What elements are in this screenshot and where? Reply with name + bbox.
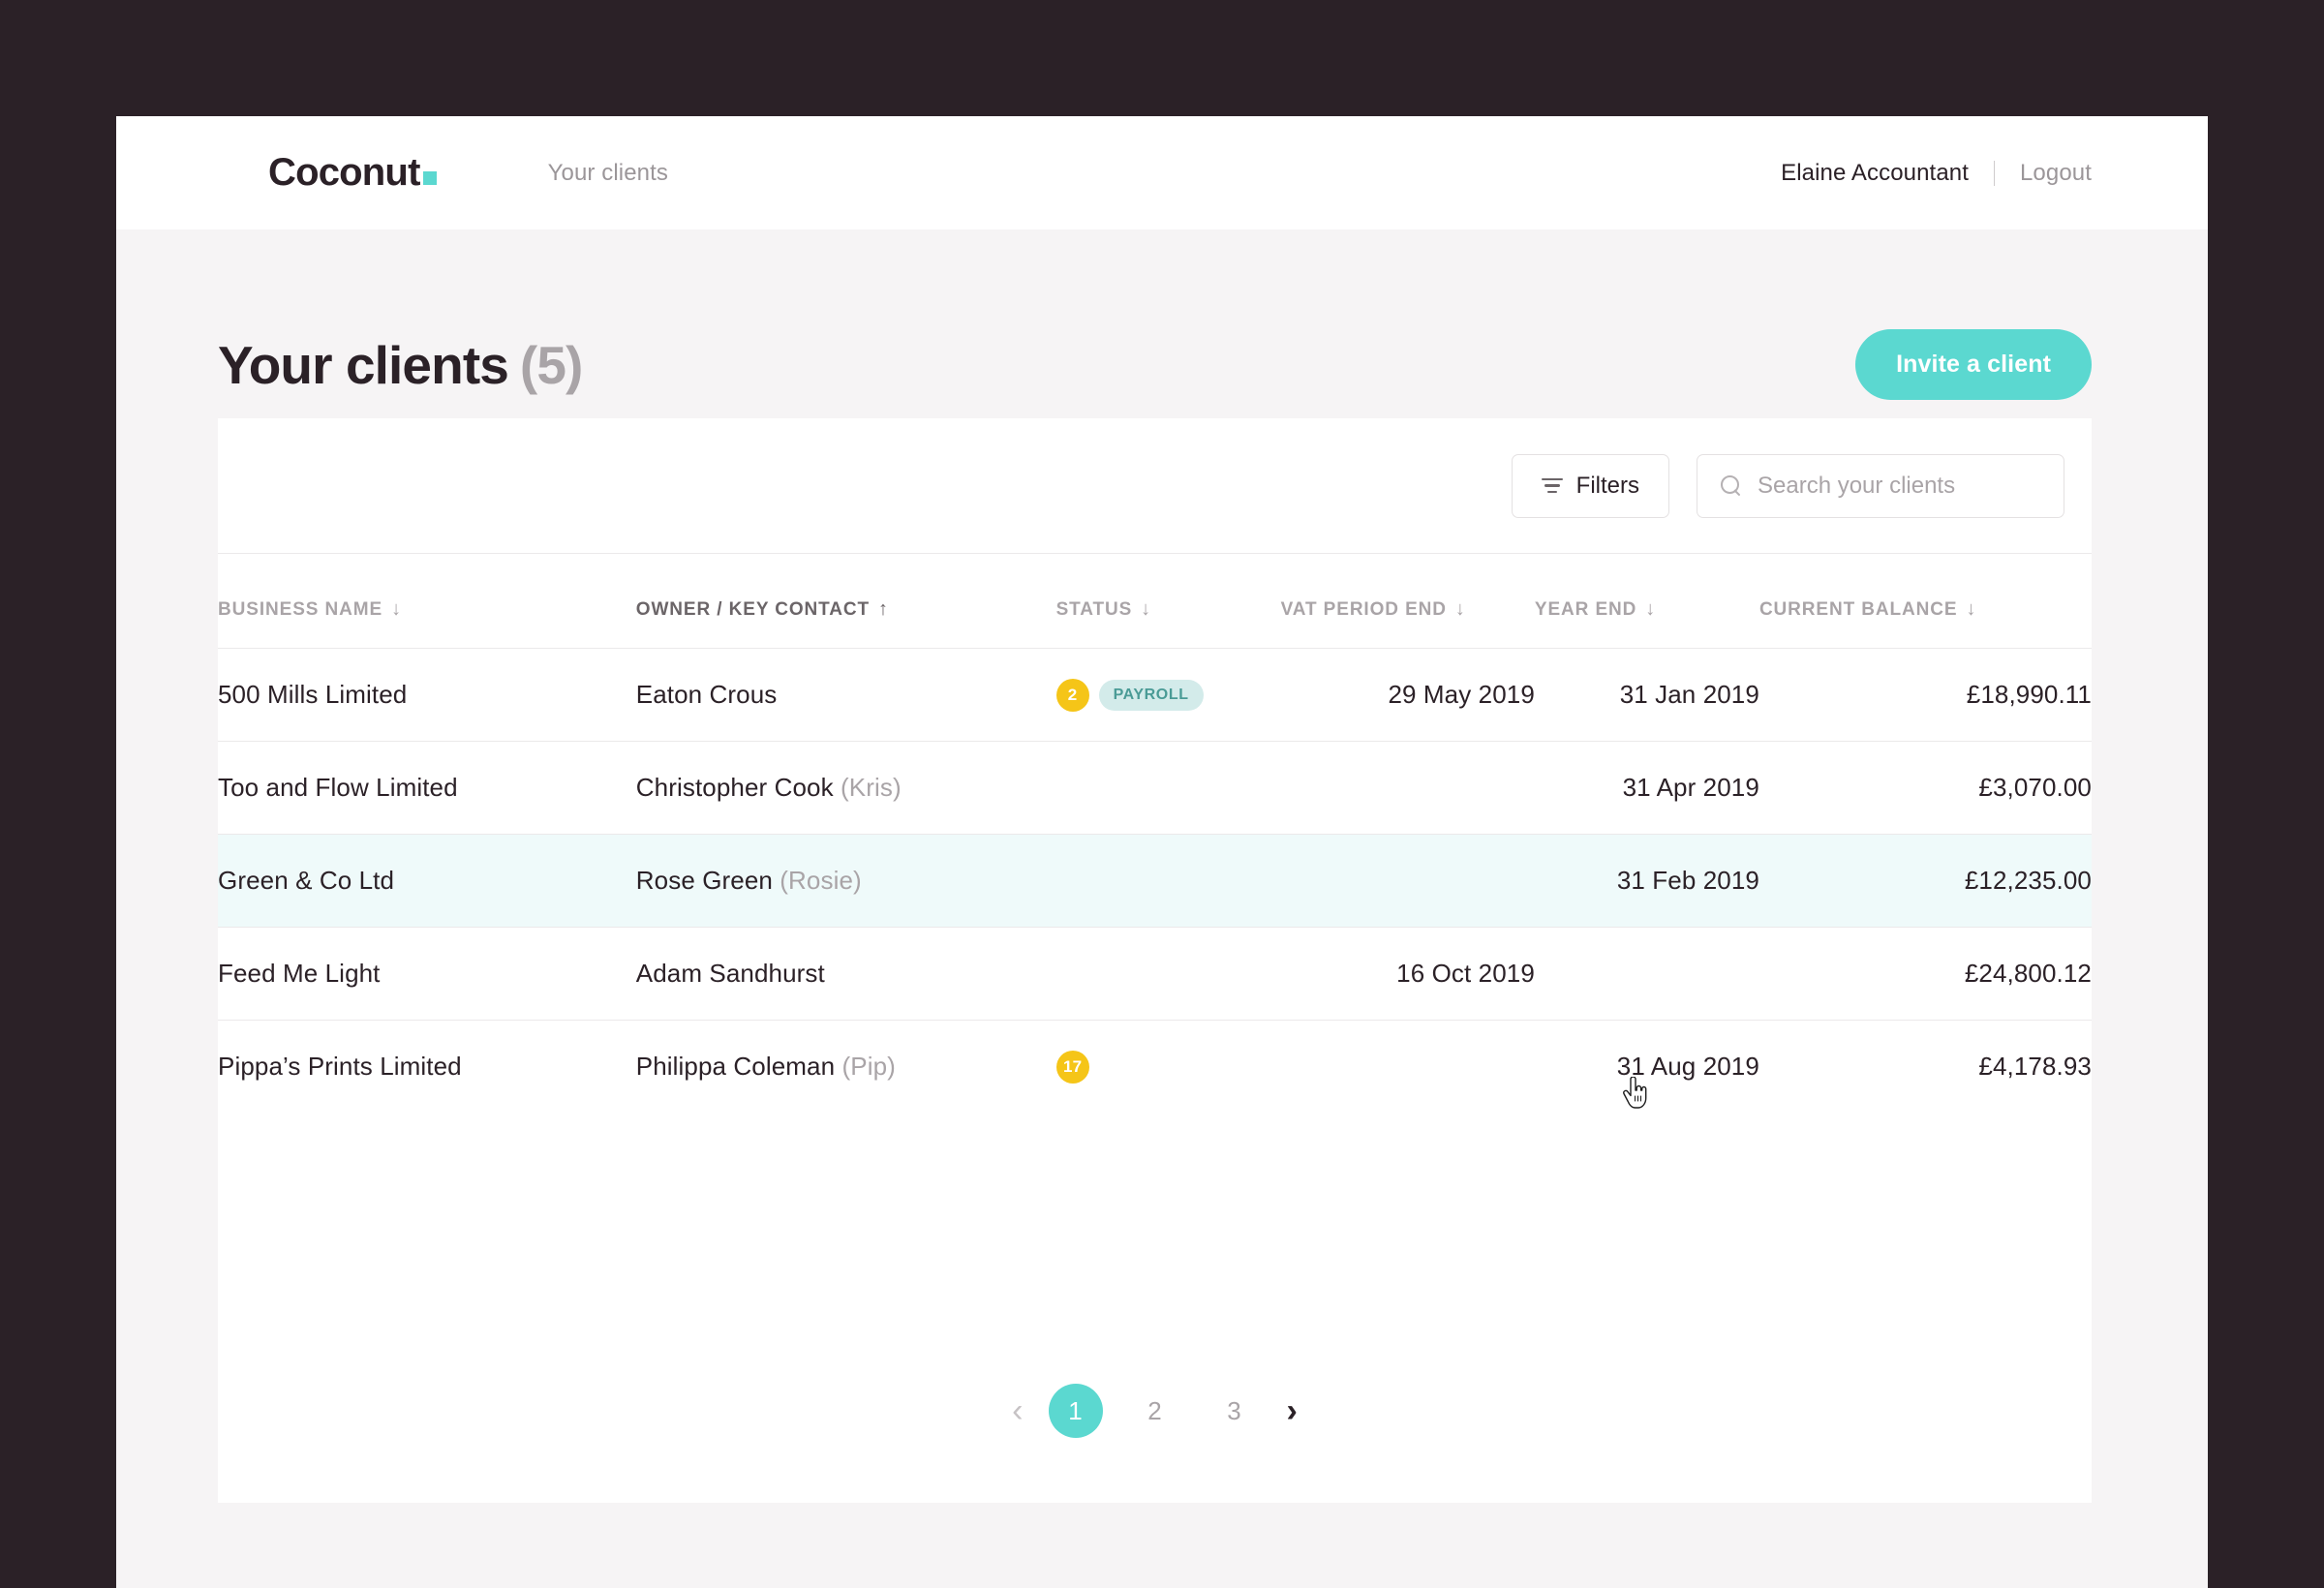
invite-a-client-button[interactable]: Invite a client — [1855, 329, 2092, 400]
column-header-status[interactable]: Status ↓ — [1056, 554, 1281, 649]
status-count-badge: 2 — [1055, 678, 1089, 712]
search-box[interactable] — [1697, 453, 2064, 518]
column-header-year-end[interactable]: Year end ↓ — [1535, 554, 1759, 649]
column-header-business-name[interactable]: Business name ↓ — [218, 554, 636, 649]
pagination-prev-icon[interactable]: ‹ — [1012, 1394, 1023, 1427]
column-header-owner-key-contact[interactable]: Owner / Key contact ↑ — [636, 554, 1056, 649]
cell-current-balance: £12,235.00 — [1758, 834, 2092, 928]
cell-owner: Eaton Crous — [635, 648, 1056, 742]
column-header-current-balance[interactable]: Current balance ↓ — [1759, 554, 2092, 649]
cell-year-end — [1534, 927, 1759, 1021]
cell-year-end: 31 Apr 2019 — [1534, 741, 1759, 835]
cell-business-name: Too and Flow Limited — [218, 741, 636, 835]
coconut-logo[interactable]: Coconut — [268, 151, 437, 195]
clients-card: Filters Business name ↓ — [218, 418, 2092, 1503]
sort-arrow-icon: ↑ — [878, 598, 889, 620]
cell-business-name: Green & Co Ltd — [218, 834, 636, 928]
cell-vat-period-end — [1280, 741, 1535, 835]
brand-dot-icon — [422, 171, 437, 185]
primary-nav: Your clients — [548, 160, 668, 187]
owner-name: Adam Sandhurst — [635, 959, 825, 988]
column-label: Owner / Key contact — [635, 599, 871, 620]
sort-arrow-icon: ↓ — [1454, 598, 1466, 620]
owner-name: Eaton Crous — [635, 680, 778, 709]
sort-arrow-icon: ↓ — [1141, 598, 1152, 620]
cell-owner: Rose Green (Rosie) — [635, 834, 1056, 928]
table-header: Business name ↓ Owner / Key contact ↑ Stat… — [218, 554, 2092, 649]
cell-business-name: 500 Mills Limited — [218, 648, 636, 742]
cell-vat-period-end — [1280, 1020, 1535, 1114]
cell-vat-period-end: 16 Oct 2019 — [1280, 927, 1535, 1021]
column-label: VAT period end — [1280, 599, 1447, 620]
top-bar-right: Elaine Accountant Logout — [1781, 160, 2142, 187]
owner-alias: (Rosie) — [780, 866, 862, 895]
cell-status: 2 PAYROLL — [1055, 648, 1281, 742]
cell-business-name: Feed Me Light — [218, 927, 636, 1021]
cell-owner: Christopher Cook (Kris) — [635, 741, 1056, 835]
filters-label: Filters — [1575, 472, 1639, 499]
table-header-row: Business name ↓ Owner / Key contact ↑ Stat… — [218, 554, 2092, 649]
cell-current-balance: £3,070.00 — [1758, 741, 2092, 835]
top-navigation-bar: Coconut Your clients Elaine Accountant L… — [116, 116, 2208, 229]
cell-current-balance: £4,178.93 — [1758, 1020, 2092, 1114]
cell-year-end: 31 Aug 2019 — [1534, 1020, 1759, 1114]
table-row[interactable]: Too and Flow Limited Christopher Cook (K… — [218, 741, 2092, 835]
owner-name: Rose Green — [635, 866, 773, 895]
status-count-badge: 17 — [1055, 1050, 1089, 1084]
browser-window: Coconut Your clients Elaine Accountant L… — [116, 116, 2208, 1588]
column-label: Year end — [1534, 599, 1637, 620]
clients-table: Business name ↓ Owner / Key contact ↑ Stat… — [218, 554, 2092, 1114]
table-row[interactable]: 500 Mills Limited Eaton Crous 2 PAYROLL … — [218, 648, 2092, 742]
column-header-vat-period-end[interactable]: VAT period end ↓ — [1281, 554, 1535, 649]
cell-business-name: Pippa’s Prints Limited — [218, 1020, 636, 1114]
table-row[interactable]: Green & Co Ltd Rose Green (Rosie) 31 Feb… — [218, 834, 2092, 928]
nav-item-your-clients[interactable]: Your clients — [548, 160, 668, 187]
column-label: Current balance — [1758, 599, 1958, 620]
sort-arrow-icon: ↓ — [1966, 598, 1977, 620]
table-row[interactable]: Pippa’s Prints Limited Philippa Coleman … — [218, 1020, 2092, 1114]
page-header: Your clients (5) Invite a client — [218, 229, 2142, 404]
cell-status — [1055, 741, 1281, 835]
filters-button[interactable]: Filters — [1511, 453, 1669, 518]
search-icon — [1721, 474, 1742, 497]
table-row[interactable]: Feed Me Light Adam Sandhurst 16 Oct 2019… — [218, 927, 2092, 1021]
table-body: 500 Mills Limited Eaton Crous 2 PAYROLL … — [218, 648, 2092, 1114]
client-count: (5) — [519, 334, 583, 395]
search-input[interactable] — [1758, 472, 2040, 500]
column-label: Status — [1055, 599, 1133, 620]
divider — [1993, 160, 1995, 186]
column-label: Business name — [218, 599, 383, 620]
cell-owner: Philippa Coleman (Pip) — [635, 1020, 1056, 1114]
status-tag-badge: PAYROLL — [1098, 679, 1204, 711]
user-name[interactable]: Elaine Accountant — [1781, 160, 1969, 187]
owner-name: Christopher Cook — [635, 773, 834, 802]
cell-year-end: 31 Jan 2019 — [1534, 648, 1759, 742]
pagination-page-3[interactable]: 3 — [1208, 1384, 1262, 1438]
brand-text: Coconut — [268, 151, 420, 194]
pagination-page-1[interactable]: 1 — [1048, 1384, 1103, 1438]
cell-current-balance: £24,800.12 — [1758, 927, 2092, 1021]
table-toolbar: Filters — [218, 418, 2092, 554]
cell-vat-period-end — [1280, 834, 1535, 928]
cell-owner: Adam Sandhurst — [635, 927, 1056, 1021]
page-title-text: Your clients — [218, 334, 509, 395]
cell-status — [1055, 927, 1281, 1021]
cell-year-end: 31 Feb 2019 — [1534, 834, 1759, 928]
pagination-page-2[interactable]: 2 — [1128, 1384, 1182, 1438]
page-title: Your clients (5) — [218, 334, 583, 396]
cell-status: 17 — [1055, 1020, 1281, 1114]
owner-alias: (Kris) — [841, 773, 902, 802]
sort-arrow-icon: ↓ — [1645, 598, 1657, 620]
page-content: Your clients (5) Invite a client Filters — [116, 229, 2208, 1503]
cell-vat-period-end: 29 May 2019 — [1280, 648, 1535, 742]
owner-name: Philippa Coleman — [635, 1052, 836, 1082]
pagination-next-icon[interactable]: › — [1287, 1394, 1298, 1427]
cell-status — [1055, 834, 1281, 928]
logout-link[interactable]: Logout — [2020, 160, 2092, 187]
pagination: ‹ 1 2 3 › — [218, 1319, 2092, 1503]
filter-icon — [1541, 477, 1563, 494]
sort-arrow-icon: ↓ — [391, 598, 402, 620]
owner-alias: (Pip) — [841, 1052, 896, 1082]
cell-current-balance: £18,990.11 — [1758, 648, 2092, 742]
